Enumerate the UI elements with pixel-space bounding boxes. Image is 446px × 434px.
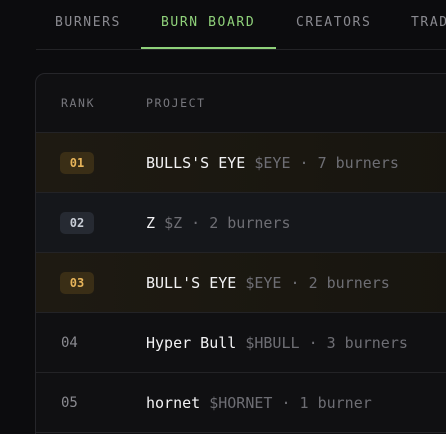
separator: · [299,154,309,172]
burner-count: 2 burners [209,214,291,232]
rank-column-header: RANK [61,96,96,110]
project-name[interactable]: BULL'S EYE [146,274,236,292]
rank-number: 05 [61,395,78,411]
tab-creators[interactable]: CREATORS [296,13,371,33]
separator: · [281,394,291,412]
project-cell: Z $Z · 2 burners [146,212,291,234]
burner-count: 3 burners [326,334,408,352]
table-row[interactable]: 04 Hyper Bull $HBULL · 3 burners [36,313,446,373]
project-cell: BULL'S EYE $EYE · 2 burners [146,272,390,294]
separator: · [308,334,318,352]
rank-number: 04 [61,335,78,351]
separator: · [290,274,300,292]
tabs-divider [36,49,446,50]
table-row[interactable]: 05 hornet $HORNET · 1 burner [36,373,446,433]
project-name[interactable]: Z [146,214,155,232]
rank-badge: 01 [60,152,94,174]
project-cell: hornet $HORNET · 1 burner [146,392,372,414]
project-name[interactable]: BULLS'S EYE [146,154,245,172]
project-name[interactable]: hornet [146,394,200,412]
burn-board-table: RANK PROJECT 01 BULLS'S EYE $EYE · 7 bur… [35,73,446,434]
burner-count: 1 burner [299,394,372,412]
project-cell: Hyper Bull $HBULL · 3 burners [146,332,408,354]
project-name[interactable]: Hyper Bull [146,334,236,352]
project-ticker: $EYE [245,274,282,292]
rank-badge: 02 [60,212,94,234]
table-header: RANK PROJECT [36,74,446,133]
tab-trades[interactable]: TRAD [411,13,446,33]
project-ticker: $EYE [254,154,291,172]
project-column-header: PROJECT [146,96,206,110]
table-row[interactable]: 02 Z $Z · 2 burners [36,193,446,253]
project-ticker: $Z [164,214,183,232]
burner-count: 7 burners [317,154,399,172]
project-ticker: $HBULL [245,334,300,352]
separator: · [191,214,201,232]
tab-bar: BURNERS BURN BOARD CREATORS TRAD [0,0,446,50]
tab-burners[interactable]: BURNERS [55,13,121,33]
project-ticker: $HORNET [209,394,273,412]
rank-badge: 03 [60,272,94,294]
burner-count: 2 burners [308,274,390,292]
table-row[interactable]: 03 BULL'S EYE $EYE · 2 burners [36,253,446,313]
tab-burn-board[interactable]: BURN BOARD [161,13,255,33]
table-row[interactable]: 01 BULLS'S EYE $EYE · 7 burners [36,133,446,193]
project-cell: BULLS'S EYE $EYE · 7 burners [146,152,399,174]
